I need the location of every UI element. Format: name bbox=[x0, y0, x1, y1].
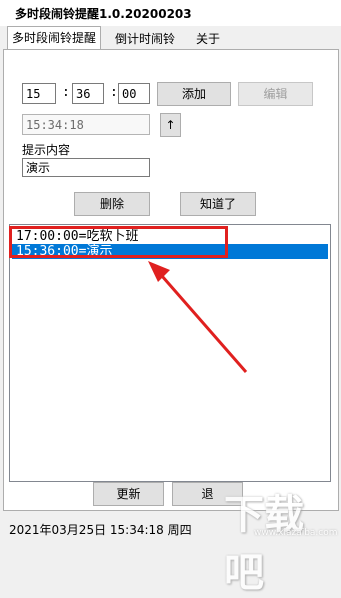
watermark-text: 下载吧 bbox=[224, 492, 304, 596]
update-button[interactable]: 更新 bbox=[93, 482, 164, 506]
status-datetime: 2021年03月25日 15:34:18 周四 bbox=[9, 523, 192, 537]
watermark-url: www.xiazaiba.com bbox=[254, 528, 338, 538]
watermark-logo: 下载吧 www.xiazaiba.com bbox=[214, 484, 338, 596]
annotation-arrow-icon bbox=[148, 261, 248, 373]
